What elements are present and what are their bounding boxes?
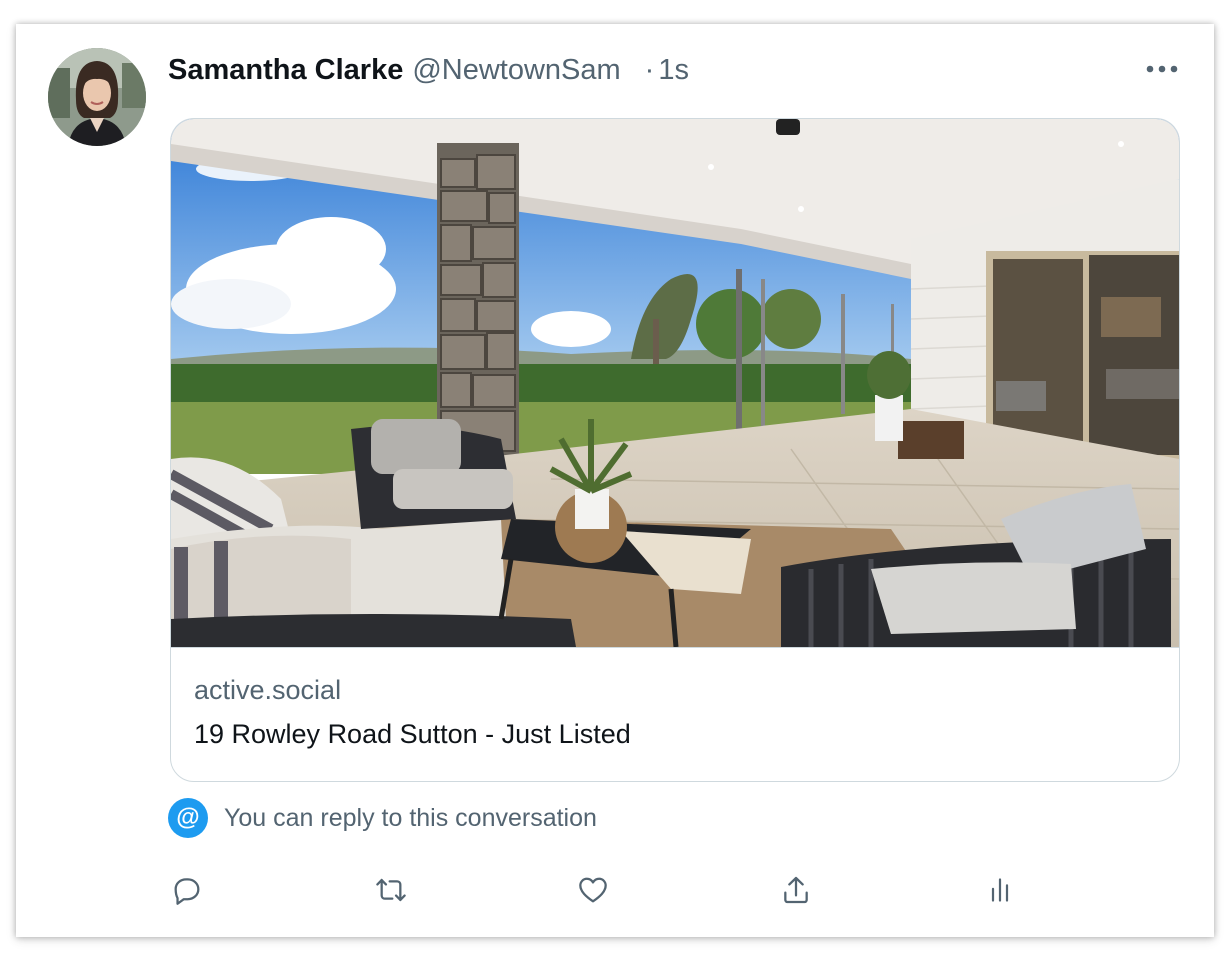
retweet-icon <box>376 878 406 902</box>
reply-icon <box>174 878 200 905</box>
reply-permission-text: You can reply to this conversation <box>224 803 597 832</box>
tweet-timestamp[interactable]: 1s <box>658 54 689 87</box>
tweet-actions <box>16 870 1214 910</box>
share-icon <box>784 876 808 904</box>
like-button[interactable] <box>573 870 613 910</box>
analytics-button[interactable] <box>980 870 1020 910</box>
avatar[interactable] <box>48 48 146 146</box>
reply-button[interactable] <box>167 870 207 910</box>
link-title: 19 Rowley Road Sutton - Just Listed <box>194 719 631 749</box>
retweet-button[interactable] <box>371 870 411 910</box>
reply-permission-note: @ You can reply to this conversation <box>168 798 597 838</box>
tweet-header: Samantha Clarke @NewtownSam · 1s <box>168 50 689 90</box>
link-domain: active.social <box>194 675 342 705</box>
at-mention-icon: @ <box>168 798 208 838</box>
tweet-card: Samantha Clarke @NewtownSam · 1s active.… <box>16 24 1214 937</box>
more-options-icon <box>1146 65 1178 73</box>
author-name[interactable]: Samantha Clarke <box>168 54 403 87</box>
more-options-button[interactable] <box>1142 56 1182 82</box>
link-preview-card[interactable]: active.social 19 Rowley Road Sutton - Ju… <box>170 118 1180 782</box>
separator-dot: · <box>644 53 655 86</box>
avatar-photo <box>48 48 146 146</box>
link-preview-image <box>171 119 1179 648</box>
share-button[interactable] <box>776 870 816 910</box>
analytics-icon <box>991 878 1009 902</box>
author-handle[interactable]: @NewtownSam <box>412 54 620 87</box>
heart-icon <box>579 877 607 903</box>
